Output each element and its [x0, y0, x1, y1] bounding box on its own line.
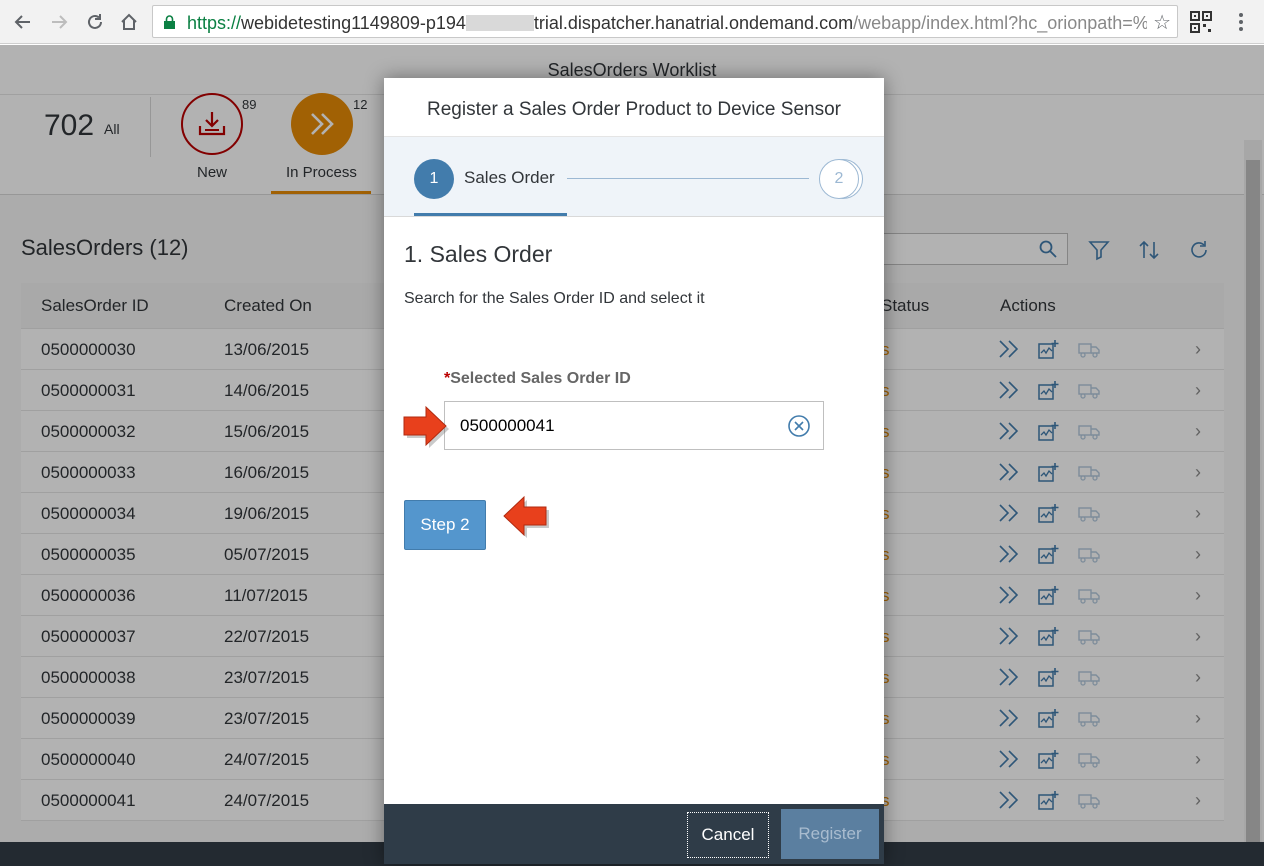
wizard-step-1-label: Sales Order — [464, 168, 555, 187]
wizard-step-2[interactable]: 2 — [819, 159, 859, 199]
step-2-button[interactable]: Step 2 — [404, 500, 486, 550]
annotation-arrow-left-icon — [503, 495, 549, 538]
url-text: https://webidetesting1149809-p194 trial.d… — [187, 13, 1147, 33]
annotation-arrow-right-icon — [403, 405, 449, 448]
address-bar[interactable]: https://webidetesting1149809-p194 trial.d… — [152, 5, 1178, 38]
browser-toolbar: https://webidetesting1149809-p194 trial.d… — [0, 0, 1264, 44]
sales-order-id-label: *Selected Sales Order ID — [444, 370, 631, 387]
back-arrow-icon[interactable] — [10, 9, 36, 35]
dialog-footer: Cancel Register — [384, 804, 884, 864]
bookmark-star-icon[interactable]: ☆ — [1153, 10, 1171, 35]
lock-icon — [164, 15, 175, 29]
sales-order-id-input[interactable]: 0500000041 — [444, 401, 824, 450]
dialog-title: Register a Sales Order Product to Device… — [427, 99, 841, 120]
home-icon[interactable] — [116, 9, 142, 35]
wizard-step-1[interactable]: 1 — [414, 159, 454, 199]
qr-code-icon[interactable] — [1188, 9, 1214, 35]
wizard-progress-bar: 1 Sales Order 2 — [384, 137, 884, 217]
clear-icon[interactable] — [787, 414, 811, 438]
menu-kebab-icon[interactable] — [1228, 9, 1254, 35]
wizard-step-connector — [567, 178, 809, 179]
sales-order-id-value: 0500000041 — [460, 416, 555, 435]
section-description: Search for the Sales Order ID and select… — [404, 290, 705, 307]
forward-arrow-icon[interactable] — [46, 9, 72, 35]
reload-icon[interactable] — [82, 9, 108, 35]
section-title: 1. Sales Order — [404, 241, 553, 267]
register-dialog: Register a Sales Order Product to Device… — [384, 78, 884, 864]
register-button[interactable]: Register — [781, 809, 879, 859]
cancel-button[interactable]: Cancel — [687, 812, 769, 858]
dialog-header: Register a Sales Order Product to Device… — [384, 78, 884, 137]
wizard-current-step-indicator — [414, 213, 567, 216]
